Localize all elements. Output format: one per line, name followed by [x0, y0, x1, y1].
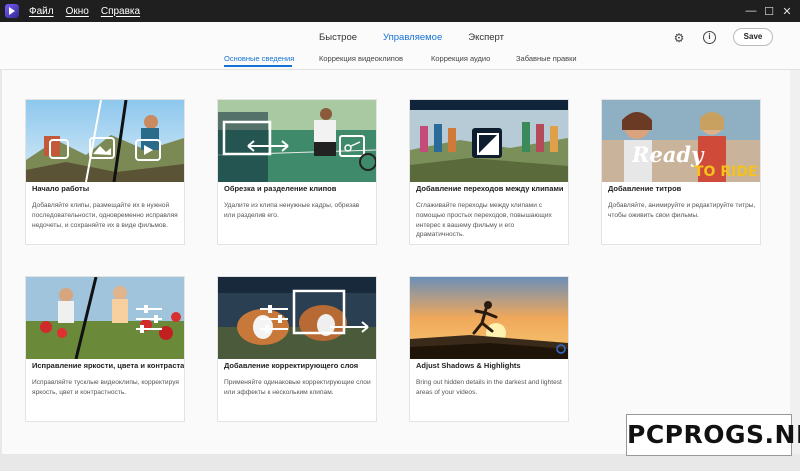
tab-video-correction[interactable]: Коррекция видеоклипов: [319, 54, 403, 63]
window-controls: — ☐ ✕: [742, 0, 796, 22]
card-description: Добавляйте клипы, размещайте их в нужной…: [32, 202, 178, 229]
card-title: Добавление переходов между клипами: [410, 182, 568, 195]
scrollbar[interactable]: [790, 70, 800, 454]
mode-switcher: Быстрое Управляемое Эксперт: [319, 32, 530, 43]
tab-audio-correction[interactable]: Коррекция аудио: [431, 54, 490, 63]
watermark-logo: PCPROGS.NET: [626, 414, 800, 456]
mode-quick[interactable]: Быстрое: [319, 32, 357, 43]
bottom-bar: [0, 454, 800, 471]
card-title: Начало работы: [26, 182, 184, 195]
tab-basics[interactable]: Основные сведения: [224, 54, 294, 63]
card-thumbnail: [218, 100, 376, 182]
card-trim-split[interactable]: Обрезка и разделение клипов Удалите из к…: [217, 99, 377, 245]
save-button[interactable]: Save: [733, 28, 773, 46]
app-icon: [5, 4, 19, 18]
card-title: Добавление титров: [602, 182, 760, 195]
card-shadows-highlights[interactable]: Adjust Shadows & Highlights Bring out hi…: [409, 276, 569, 422]
info-icon[interactable]: i: [703, 31, 716, 44]
tab-fun-edits[interactable]: Забавные правки: [516, 54, 577, 63]
card-description: Удалите из клипа ненужные кадры, обрезав…: [224, 202, 360, 219]
close-button[interactable]: ✕: [778, 0, 796, 22]
card-thumbnail: [410, 100, 568, 182]
card-titles[interactable]: Ready TO RIDE! Добавление титров Добавля…: [601, 99, 761, 245]
card-description: Сглаживайте переходы между клипами с пом…: [416, 202, 552, 239]
menu-bar: Файл Окно Справка: [29, 6, 140, 17]
card-title: Добавление корректирующего слоя: [218, 359, 376, 372]
mode-expert[interactable]: Эксперт: [468, 32, 504, 43]
card-title: Adjust Shadows & Highlights: [410, 359, 568, 372]
mode-guided[interactable]: Управляемое: [383, 32, 442, 43]
gear-icon[interactable]: ⚙: [672, 31, 686, 45]
active-tab-indicator: [224, 65, 292, 67]
card-thumbnail: [218, 277, 376, 359]
header: Быстрое Управляемое Эксперт ⚙ i Save Осн…: [0, 22, 800, 70]
card-brightness-color[interactable]: Исправление яркости, цвета и контраста И…: [25, 276, 185, 422]
card-transitions[interactable]: Добавление переходов между клипами Сглаж…: [409, 99, 569, 245]
menu-help[interactable]: Справка: [101, 6, 140, 17]
minimize-button[interactable]: —: [742, 0, 760, 22]
card-title: Исправление яркости, цвета и контраста: [26, 359, 184, 372]
card-adjustment-layer[interactable]: Добавление корректирующего слоя Применяй…: [217, 276, 377, 422]
card-getting-started[interactable]: Начало работы Добавляйте клипы, размещай…: [25, 99, 185, 245]
card-thumbnail: Ready TO RIDE!: [602, 100, 760, 182]
card-thumbnail: [26, 100, 184, 182]
menu-window[interactable]: Окно: [66, 6, 89, 17]
card-thumbnail: [410, 277, 568, 359]
card-title: Обрезка и разделение клипов: [218, 182, 376, 195]
title-bar: Файл Окно Справка — ☐ ✕: [0, 0, 800, 22]
card-description: Применяйте одинаковые корректирующие сло…: [224, 379, 371, 396]
menu-file[interactable]: Файл: [29, 6, 54, 17]
maximize-button[interactable]: ☐: [760, 0, 778, 22]
thumb-text-to-ride: TO RIDE!: [694, 164, 760, 180]
card-description: Добавляйте, анимируйте и редактируйте ти…: [608, 202, 756, 219]
card-thumbnail: [26, 277, 184, 359]
card-description: Исправляйте тусклые видеоклипы, корректи…: [32, 379, 180, 396]
card-description: Bring out hidden details in the darkest …: [416, 379, 562, 396]
